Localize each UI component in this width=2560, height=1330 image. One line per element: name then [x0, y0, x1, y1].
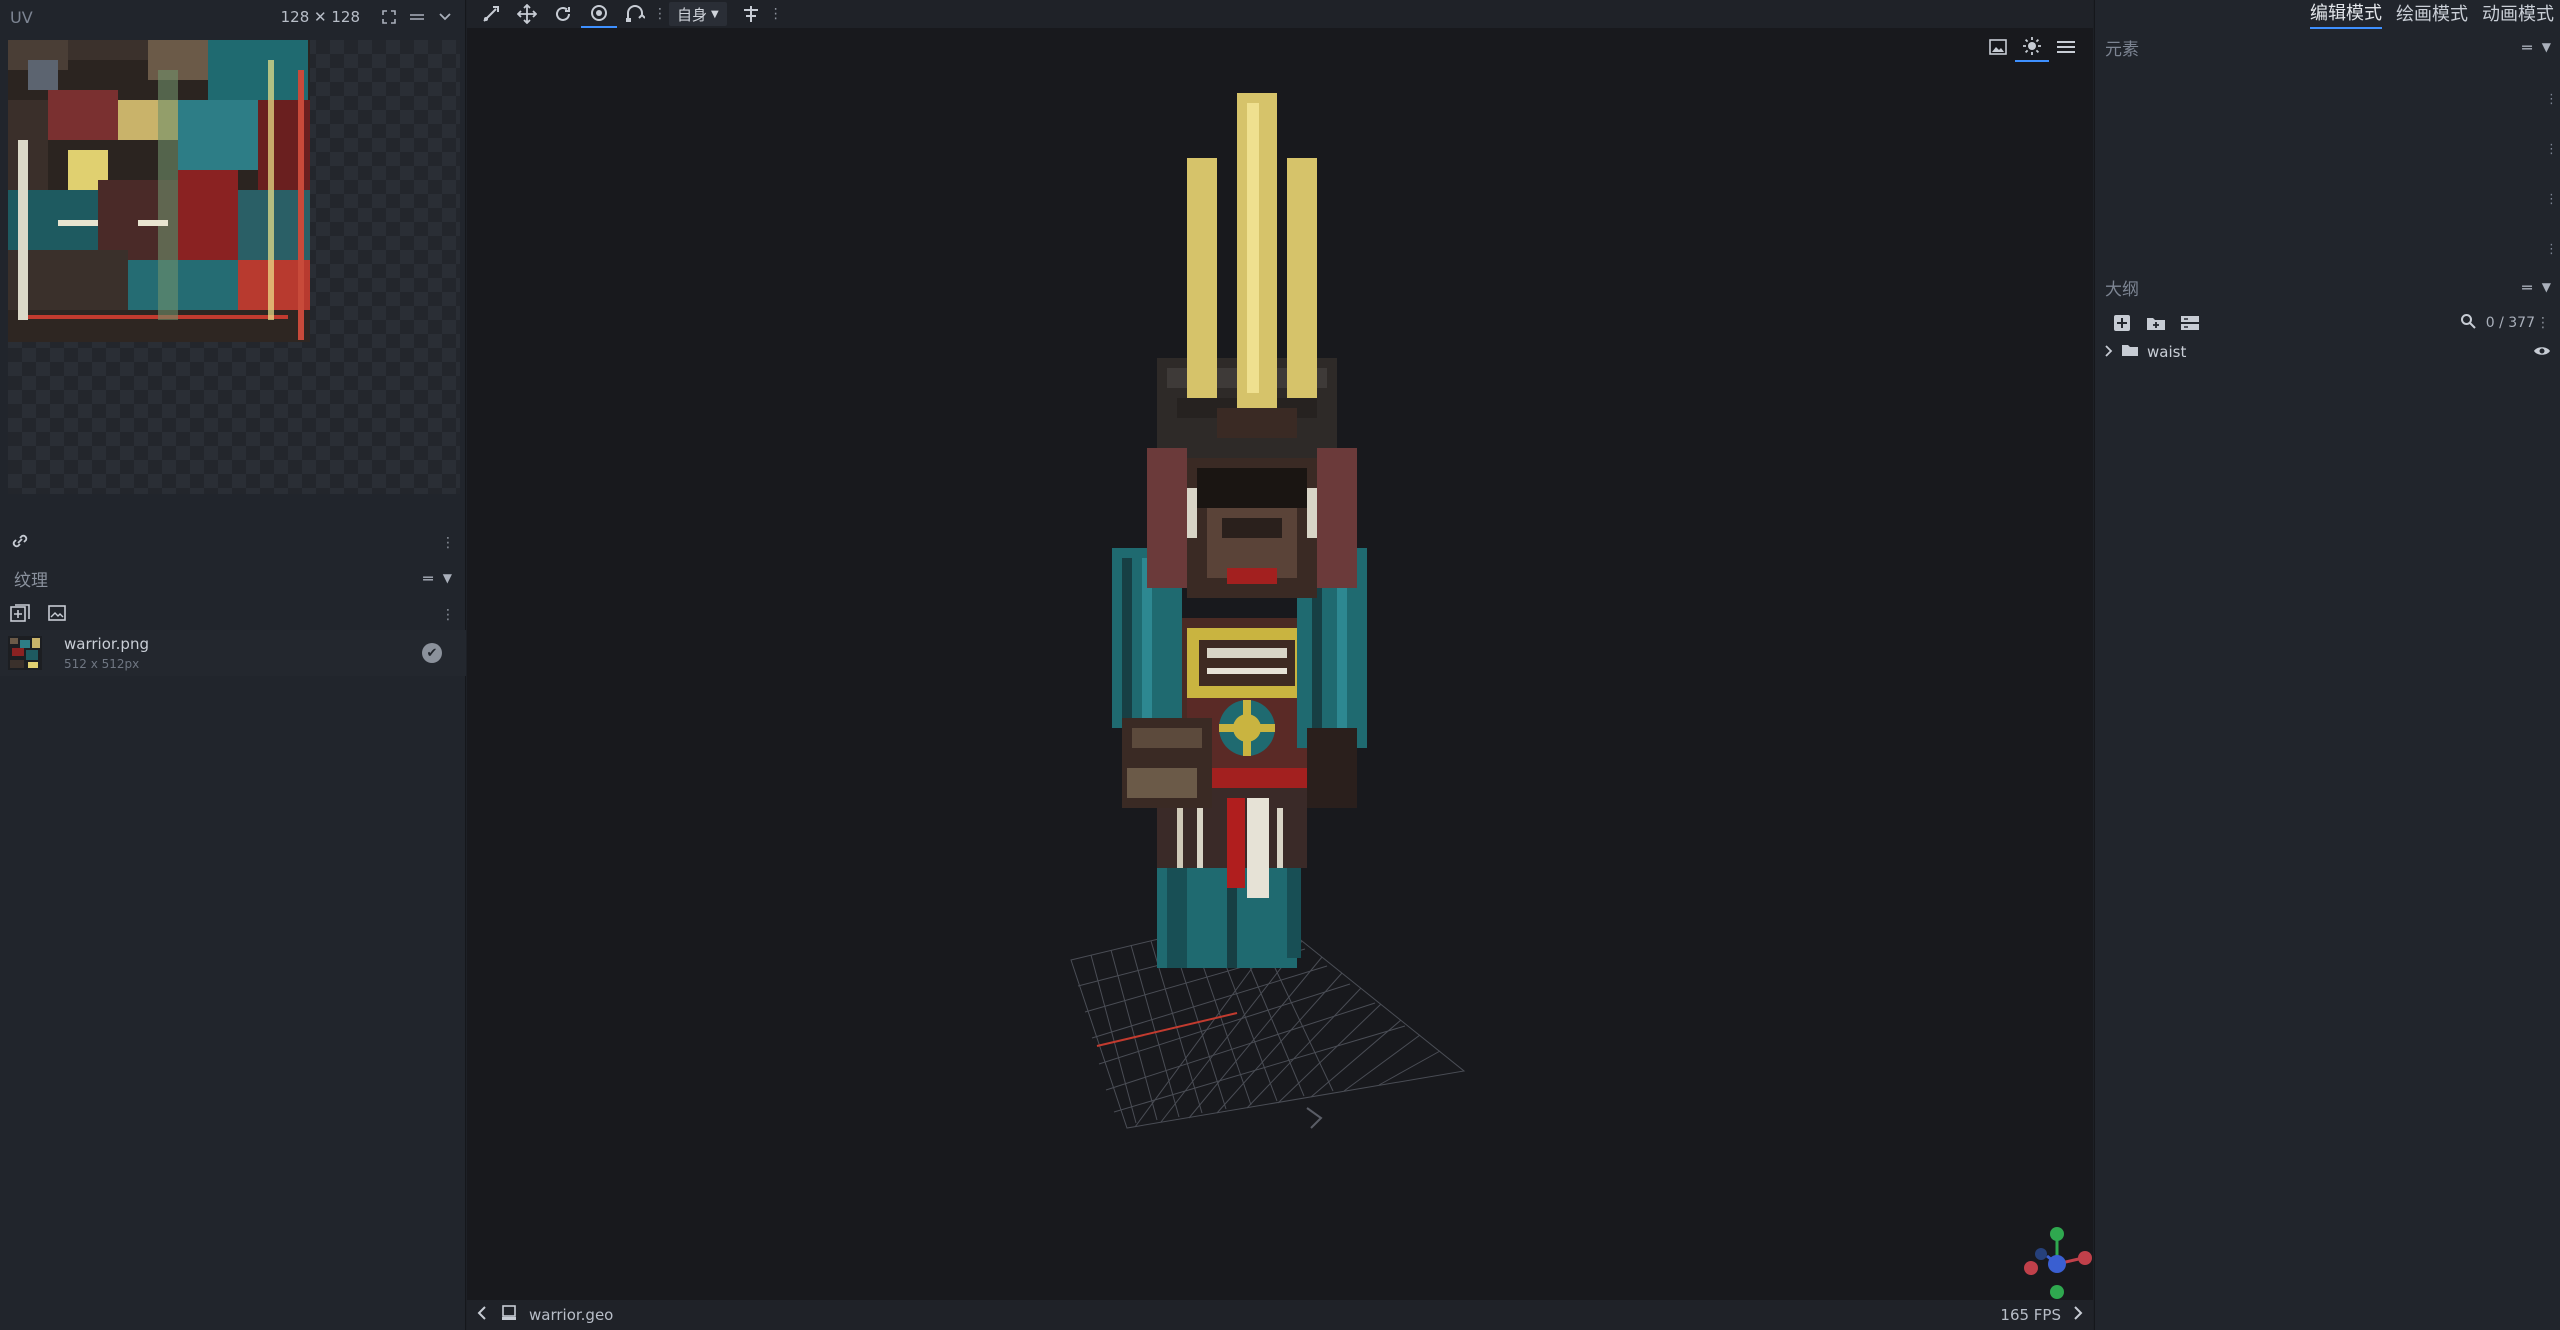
- more-options-icon[interactable]: ⋮: [440, 607, 456, 623]
- textures-toolbar: ⋮: [0, 600, 466, 630]
- uv-editor-canvas[interactable]: [8, 40, 460, 494]
- texture-name: warrior.png: [64, 635, 149, 653]
- search-icon[interactable]: [2460, 313, 2476, 333]
- blockbench-app: UV 128 ✕ 128 ⋮ 纹理 ═ ▼ ⋮ warrior.png 512 …: [0, 0, 2560, 1330]
- uv-texture-map: [8, 40, 310, 342]
- move-tool-icon[interactable]: [473, 0, 509, 28]
- outliner-count: 0 / 377: [2485, 315, 2535, 331]
- main-toolbar: ⋮ 自身 ▼ ⋮: [467, 0, 2093, 28]
- mode-tab-edit[interactable]: 编辑模式: [2310, 0, 2382, 29]
- vertex-snap-icon[interactable]: [617, 0, 653, 28]
- textures-panel-title: 纹理: [14, 570, 48, 591]
- elements-panel-header: 元素 ═ ▼: [2095, 32, 2560, 62]
- more-options-icon[interactable]: ⋮: [2545, 192, 2558, 207]
- toolbar-divider: ⋮: [653, 6, 667, 22]
- outliner-panel-header: 大纲 ═ ▼: [2095, 272, 2560, 302]
- left-sidebar: UV 128 ✕ 128 ⋮ 纹理 ═ ▼ ⋮ warrior.png 512 …: [0, 0, 466, 1330]
- resize-tool-icon[interactable]: [509, 0, 545, 28]
- menu-icon[interactable]: ═: [423, 569, 433, 588]
- warrior-model-render: [1070, 93, 1466, 1129]
- menu-icon[interactable]: [406, 6, 428, 28]
- more-options-icon[interactable]: ⋮: [440, 535, 456, 551]
- fullscreen-icon[interactable]: [378, 6, 400, 28]
- collapse-all-icon[interactable]: [2173, 315, 2207, 331]
- add-group-icon[interactable]: [2139, 315, 2173, 331]
- uv-size-label[interactable]: 128 ✕ 128: [281, 8, 360, 26]
- model-format-icon: [501, 1305, 517, 1325]
- more-options-icon[interactable]: ⋮: [2545, 142, 2558, 157]
- outliner-item-name: waist: [2147, 343, 2187, 361]
- chevron-down-icon[interactable]: ▼: [2542, 280, 2551, 294]
- texture-list-item[interactable]: warrior.png 512 x 512px ✔: [0, 630, 466, 676]
- axis-gizmo[interactable]: [2017, 1224, 2093, 1300]
- rotate-tool-icon[interactable]: [545, 0, 581, 28]
- transform-space-value: 自身: [677, 5, 708, 24]
- more-options-icon[interactable]: ⋮: [2545, 242, 2558, 257]
- chevron-right-icon[interactable]: [2105, 343, 2113, 361]
- texture-thumbnail: [8, 636, 42, 670]
- add-cube-icon[interactable]: [2105, 314, 2139, 332]
- chevron-right-icon[interactable]: [2073, 1306, 2083, 1324]
- uv-panel-header: UV 128 ✕ 128: [0, 0, 466, 34]
- elements-panel-title: 元素: [2105, 39, 2139, 60]
- more-options-icon[interactable]: ⋮: [2545, 92, 2558, 107]
- image-icon[interactable]: [1981, 32, 2015, 62]
- mode-tab-paint[interactable]: 绘画模式: [2396, 0, 2468, 28]
- fps-counter: 165 FPS: [2000, 1306, 2061, 1324]
- 3d-viewport[interactable]: [467, 28, 2093, 1300]
- uv-link-row: ⋮: [0, 530, 466, 556]
- toolbar-divider: ⋮: [768, 6, 783, 22]
- chevron-down-icon[interactable]: [434, 6, 456, 28]
- menu-icon[interactable]: ═: [2522, 38, 2532, 57]
- outliner-toolbar: 0 / 377 ⋮: [2095, 308, 2560, 338]
- chevron-down-icon[interactable]: ▼: [443, 571, 452, 585]
- lighting-icon[interactable]: [2015, 32, 2049, 62]
- textures-panel-header: 纹理 ═ ▼: [0, 564, 466, 592]
- outliner-panel-title: 大纲: [2105, 279, 2139, 300]
- transform-space-select[interactable]: 自身 ▼: [669, 2, 727, 26]
- texture-size: 512 x 512px: [64, 657, 140, 671]
- mirror-tool-icon[interactable]: [733, 0, 769, 28]
- outliner-count-group: 0 / 377 ⋮: [2460, 313, 2551, 333]
- uv-panel-title: UV: [10, 7, 33, 27]
- model-file-name: warrior.geo: [529, 1306, 614, 1324]
- menu-icon[interactable]: [2049, 32, 2083, 62]
- caret-down-icon: ▼: [711, 8, 719, 20]
- outliner-tree-row[interactable]: waist: [2095, 340, 2560, 364]
- menu-icon[interactable]: ═: [2522, 278, 2532, 297]
- import-texture-icon[interactable]: [10, 604, 30, 626]
- viewport-controls: [1981, 32, 2083, 62]
- eye-icon[interactable]: [2533, 343, 2551, 361]
- more-options-icon[interactable]: ⋮: [2535, 315, 2551, 331]
- pivot-tool-icon[interactable]: [581, 0, 617, 28]
- link-icon[interactable]: [10, 533, 30, 553]
- right-sidebar: 编辑模式 绘画模式 动画模式 元素 ═ ▼ ⋮ ⋮ ⋮ ⋮ 大纲 ═ ▼ 0 /…: [2094, 0, 2560, 1330]
- chevron-left-icon[interactable]: [477, 1306, 487, 1324]
- x-axis-line: [1096, 1012, 1238, 1047]
- status-bar: warrior.geo 165 FPS: [467, 1300, 2093, 1330]
- mode-tab-animate[interactable]: 动画模式: [2482, 0, 2554, 28]
- folder-icon: [2121, 343, 2139, 361]
- create-texture-icon[interactable]: [48, 605, 66, 625]
- mode-selector: 编辑模式 绘画模式 动画模式: [2296, 0, 2554, 29]
- chevron-down-icon[interactable]: ▼: [2542, 40, 2551, 54]
- check-icon[interactable]: ✔: [422, 643, 442, 663]
